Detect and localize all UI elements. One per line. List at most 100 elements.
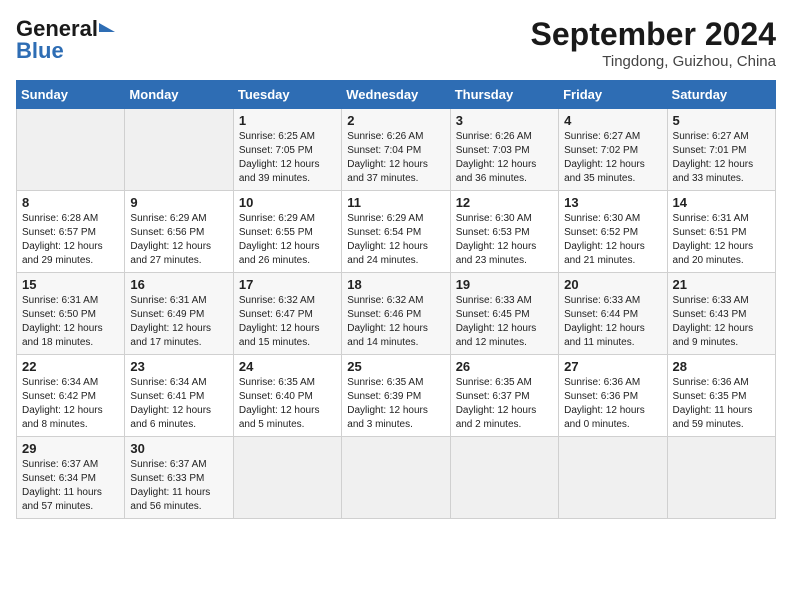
day-cell-8: 8 Sunrise: 6:28 AMSunset: 6:57 PMDaylight… xyxy=(17,191,125,273)
day-cell-23: 23 Sunrise: 6:34 AMSunset: 6:41 PMDayligh… xyxy=(125,355,233,437)
day-number: 9 xyxy=(130,195,227,210)
week-row-5: 29Sunrise: 6:37 AMSunset: 6:34 PMDayligh… xyxy=(17,437,776,519)
day-number: 8 xyxy=(22,195,119,210)
day-cell-26: 26 Sunrise: 6:35 AMSunset: 6:37 PMDayligh… xyxy=(450,355,558,437)
day-number: 23 xyxy=(130,359,227,374)
day-cell-3: 3 Sunrise: 6:26 AMSunset: 7:03 PMDaylight… xyxy=(450,109,558,191)
day-number: 25 xyxy=(347,359,444,374)
day-number: 3 xyxy=(456,113,553,128)
title-area: September 2024 Tingdong, Guizhou, China xyxy=(531,16,776,70)
day-number: 4 xyxy=(564,113,661,128)
day-cell-4: 4 Sunrise: 6:27 AMSunset: 7:02 PMDaylight… xyxy=(559,109,667,191)
day-info: Sunrise: 6:32 AMSunset: 6:47 PMDaylight:… xyxy=(239,294,336,350)
col-header-friday: Friday xyxy=(559,81,667,109)
day-number: 27 xyxy=(564,359,661,374)
day-number: 17 xyxy=(239,277,336,292)
day-cell-30: 30 Sunrise: 6:37 AMSunset: 6:33 PMDayligh… xyxy=(125,437,233,519)
day-number: 22 xyxy=(22,359,119,374)
col-header-tuesday: Tuesday xyxy=(233,81,341,109)
day-info: Sunrise: 6:36 AMSunset: 6:36 PMDaylight:… xyxy=(564,376,661,432)
day-cell-5: 5 Sunrise: 6:27 AMSunset: 7:01 PMDaylight… xyxy=(667,109,775,191)
day-info: Sunrise: 6:27 AMSunset: 7:01 PMDaylight:… xyxy=(673,130,770,186)
week-row-4: 22 Sunrise: 6:34 AMSunset: 6:42 PMDayligh… xyxy=(17,355,776,437)
month-year: September 2024 xyxy=(531,16,776,53)
day-info: Sunrise: 6:34 AMSunset: 6:42 PMDaylight:… xyxy=(22,376,119,432)
day-cell-21: 21Sunrise: 6:33 AMSunset: 6:43 PMDayligh… xyxy=(667,273,775,355)
day-number: 18 xyxy=(347,277,444,292)
empty-cell xyxy=(17,109,125,191)
day-cell-12: 12 Sunrise: 6:30 AMSunset: 6:53 PMDayligh… xyxy=(450,191,558,273)
day-info: Sunrise: 6:33 AMSunset: 6:44 PMDaylight:… xyxy=(564,294,661,350)
day-cell-2: 2Sunrise: 6:26 AMSunset: 7:04 PMDaylight… xyxy=(342,109,450,191)
col-header-sunday: Sunday xyxy=(17,81,125,109)
empty-cell xyxy=(233,437,341,519)
day-number: 26 xyxy=(456,359,553,374)
col-header-thursday: Thursday xyxy=(450,81,558,109)
empty-cell xyxy=(667,437,775,519)
day-info: Sunrise: 6:35 AMSunset: 6:40 PMDaylight:… xyxy=(239,376,336,432)
day-cell-18: 18 Sunrise: 6:32 AMSunset: 6:46 PMDayligh… xyxy=(342,273,450,355)
day-number: 13 xyxy=(564,195,661,210)
day-info: Sunrise: 6:29 AMSunset: 6:55 PMDaylight:… xyxy=(239,212,336,268)
calendar-table: SundayMondayTuesdayWednesdayThursdayFrid… xyxy=(16,80,776,519)
week-row-1: 1 Sunrise: 6:25 AMSunset: 7:05 PMDaylight… xyxy=(17,109,776,191)
day-number: 1 xyxy=(239,113,336,128)
day-number: 5 xyxy=(673,113,770,128)
day-cell-9: 9 Sunrise: 6:29 AMSunset: 6:56 PMDaylight… xyxy=(125,191,233,273)
col-header-saturday: Saturday xyxy=(667,81,775,109)
day-info: Sunrise: 6:27 AMSunset: 7:02 PMDaylight:… xyxy=(564,130,661,186)
day-info: Sunrise: 6:34 AMSunset: 6:41 PMDaylight:… xyxy=(130,376,227,432)
day-cell-24: 24 Sunrise: 6:35 AMSunset: 6:40 PMDayligh… xyxy=(233,355,341,437)
day-number: 30 xyxy=(130,441,227,456)
day-cell-19: 19 Sunrise: 6:33 AMSunset: 6:45 PMDayligh… xyxy=(450,273,558,355)
day-number: 10 xyxy=(239,195,336,210)
day-cell-1: 1 Sunrise: 6:25 AMSunset: 7:05 PMDaylight… xyxy=(233,109,341,191)
day-info: Sunrise: 6:29 AMSunset: 6:54 PMDaylight:… xyxy=(347,212,444,268)
day-number: 28 xyxy=(673,359,770,374)
day-info: Sunrise: 6:35 AMSunset: 6:37 PMDaylight:… xyxy=(456,376,553,432)
day-info: Sunrise: 6:31 AMSunset: 6:51 PMDaylight:… xyxy=(673,212,770,268)
day-info: Sunrise: 6:32 AMSunset: 6:46 PMDaylight:… xyxy=(347,294,444,350)
day-cell-16: 16Sunrise: 6:31 AMSunset: 6:49 PMDayligh… xyxy=(125,273,233,355)
day-cell-10: 10 Sunrise: 6:29 AMSunset: 6:55 PMDayligh… xyxy=(233,191,341,273)
day-cell-25: 25 Sunrise: 6:35 AMSunset: 6:39 PMDayligh… xyxy=(342,355,450,437)
day-info: Sunrise: 6:31 AMSunset: 6:50 PMDaylight:… xyxy=(22,294,119,350)
day-info: Sunrise: 6:33 AMSunset: 6:43 PMDaylight:… xyxy=(673,294,770,350)
day-number: 14 xyxy=(673,195,770,210)
week-row-2: 8 Sunrise: 6:28 AMSunset: 6:57 PMDaylight… xyxy=(17,191,776,273)
empty-cell xyxy=(342,437,450,519)
day-number: 24 xyxy=(239,359,336,374)
day-number: 2 xyxy=(347,113,444,128)
day-info: Sunrise: 6:37 AMSunset: 6:33 PMDaylight:… xyxy=(130,458,227,514)
week-row-3: 15 Sunrise: 6:31 AMSunset: 6:50 PMDayligh… xyxy=(17,273,776,355)
day-info: Sunrise: 6:35 AMSunset: 6:39 PMDaylight:… xyxy=(347,376,444,432)
empty-cell xyxy=(125,109,233,191)
day-cell-20: 20 Sunrise: 6:33 AMSunset: 6:44 PMDayligh… xyxy=(559,273,667,355)
day-number: 19 xyxy=(456,277,553,292)
logo-arrow-icon xyxy=(99,23,115,32)
day-info: Sunrise: 6:29 AMSunset: 6:56 PMDaylight:… xyxy=(130,212,227,268)
logo: General Blue xyxy=(16,16,115,64)
day-info: Sunrise: 6:26 AMSunset: 7:03 PMDaylight:… xyxy=(456,130,553,186)
day-number: 20 xyxy=(564,277,661,292)
day-info: Sunrise: 6:30 AMSunset: 6:53 PMDaylight:… xyxy=(456,212,553,268)
day-info: Sunrise: 6:33 AMSunset: 6:45 PMDaylight:… xyxy=(456,294,553,350)
location: Tingdong, Guizhou, China xyxy=(531,53,776,70)
day-info: Sunrise: 6:25 AMSunset: 7:05 PMDaylight:… xyxy=(239,130,336,186)
day-cell-22: 22 Sunrise: 6:34 AMSunset: 6:42 PMDayligh… xyxy=(17,355,125,437)
day-info: Sunrise: 6:30 AMSunset: 6:52 PMDaylight:… xyxy=(564,212,661,268)
day-info: Sunrise: 6:36 AMSunset: 6:35 PMDaylight:… xyxy=(673,376,770,432)
day-cell-27: 27 Sunrise: 6:36 AMSunset: 6:36 PMDayligh… xyxy=(559,355,667,437)
day-number: 15 xyxy=(22,277,119,292)
day-cell-28: 28 Sunrise: 6:36 AMSunset: 6:35 PMDayligh… xyxy=(667,355,775,437)
logo-blue: Blue xyxy=(16,38,64,64)
day-info: Sunrise: 6:28 AMSunset: 6:57 PMDaylight:… xyxy=(22,212,119,268)
day-cell-13: 13 Sunrise: 6:30 AMSunset: 6:52 PMDayligh… xyxy=(559,191,667,273)
day-cell-15: 15 Sunrise: 6:31 AMSunset: 6:50 PMDayligh… xyxy=(17,273,125,355)
day-cell-14: 14 Sunrise: 6:31 AMSunset: 6:51 PMDayligh… xyxy=(667,191,775,273)
col-header-monday: Monday xyxy=(125,81,233,109)
day-number: 12 xyxy=(456,195,553,210)
day-cell-11: 11Sunrise: 6:29 AMSunset: 6:54 PMDayligh… xyxy=(342,191,450,273)
day-cell-29: 29Sunrise: 6:37 AMSunset: 6:34 PMDayligh… xyxy=(17,437,125,519)
day-info: Sunrise: 6:31 AMSunset: 6:49 PMDaylight:… xyxy=(130,294,227,350)
